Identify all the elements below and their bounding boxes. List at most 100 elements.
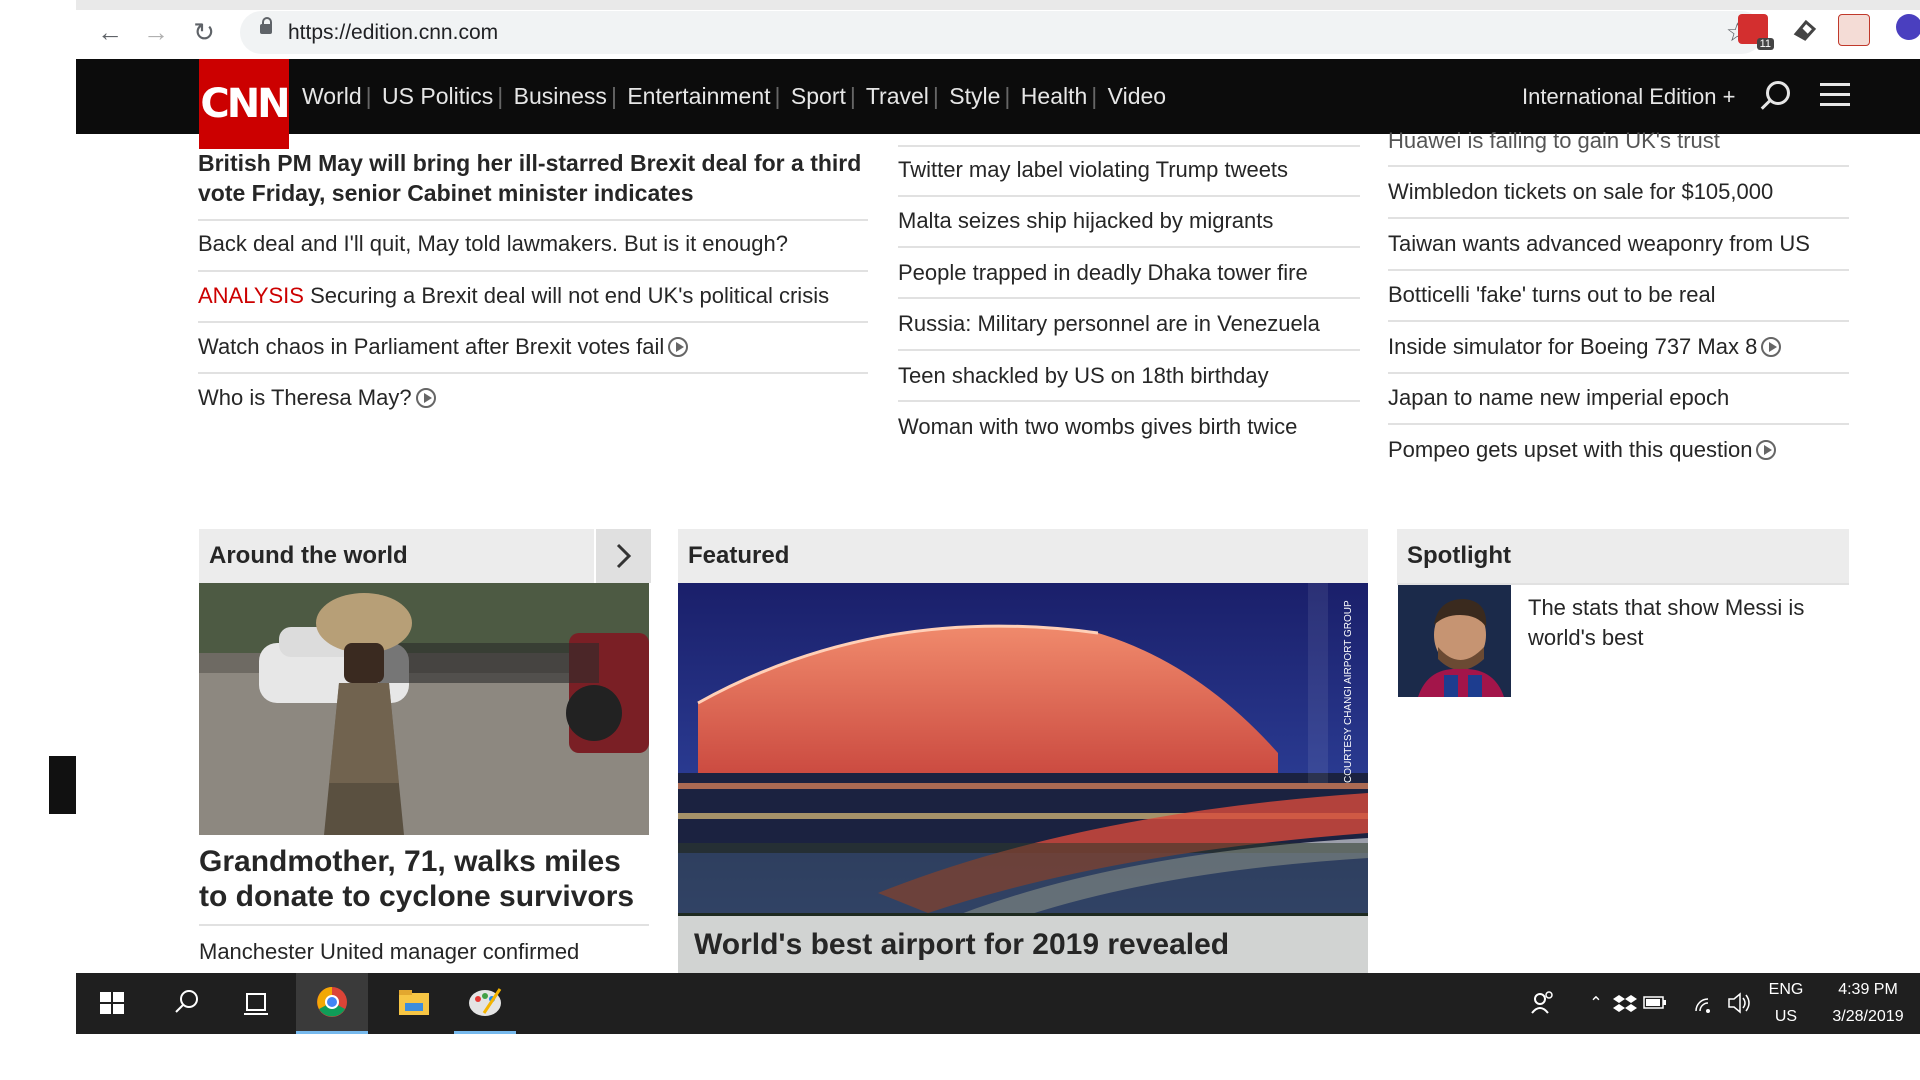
url-text[interactable]: https://edition.cnn.com <box>288 11 498 54</box>
adblock-extension-icon[interactable]: 11 <box>1738 14 1774 50</box>
section-title: Featured <box>688 542 790 569</box>
list-item[interactable]: Inside simulator for Boeing 737 Max 8 <box>1388 330 1782 364</box>
profile-avatar[interactable] <box>1896 14 1920 40</box>
nav-us-politics[interactable]: US Politics <box>382 83 493 109</box>
file-explorer-icon[interactable] <box>378 973 450 1034</box>
cnn-navbar: CNN World | US Politics | Business | Entert… <box>76 59 1920 149</box>
divider <box>1388 372 1849 374</box>
divider <box>198 219 868 221</box>
divider <box>898 400 1360 402</box>
divider <box>898 145 1360 147</box>
region-code: US <box>1774 1008 1798 1025</box>
extension-badge: 11 <box>1756 38 1774 50</box>
list-item[interactable]: Japan to name new imperial epoch <box>1388 381 1729 415</box>
list-item[interactable]: Twitter may label violating Trump tweets <box>898 153 1288 187</box>
play-icon <box>415 388 436 408</box>
clock-date: 3/28/2019 <box>1832 1008 1904 1025</box>
chrome-taskbar-icon[interactable] <box>296 973 368 1034</box>
search-icon[interactable] <box>1766 81 1790 105</box>
tab-strip <box>76 0 1920 10</box>
list-item[interactable]: Back deal and I'll quit, May told lawmak… <box>198 227 788 261</box>
featured-caption-bar: World's best airport for 2019 revealed <box>678 916 1368 973</box>
nav-links: World | US Politics | Business | Entertainm… <box>302 83 1167 109</box>
nav-sport[interactable]: Sport <box>791 83 846 109</box>
list-item[interactable]: Malta seizes ship hijacked by migrants <box>898 204 1273 238</box>
divider <box>1388 217 1849 219</box>
list-item[interactable]: Pompeo gets upset with this question <box>1388 433 1777 467</box>
list-item[interactable]: ANALYSIS Securing a Brexit deal will not… <box>198 279 829 313</box>
list-item[interactable]: Manchester United manager confirmed <box>199 935 579 969</box>
list-item-text: Securing a Brexit deal will not end UK's… <box>310 283 830 308</box>
play-icon <box>1761 337 1782 357</box>
nav-entertainment[interactable]: Entertainment <box>627 83 770 109</box>
back-icon[interactable]: ← <box>90 12 130 52</box>
eraser-extension-icon[interactable] <box>1790 14 1820 44</box>
nav-video[interactable]: Video <box>1108 83 1166 109</box>
dropbox-icon[interactable] <box>1613 973 1637 1034</box>
list-item-text: Pompeo gets upset with this question <box>1388 437 1753 462</box>
divider <box>199 924 649 926</box>
wifi-icon[interactable] <box>1692 973 1718 1034</box>
clock-time: 4:39 PM <box>1838 981 1898 998</box>
nav-travel[interactable]: Travel <box>866 83 929 109</box>
search-icon[interactable] <box>172 973 202 1034</box>
paint-icon[interactable] <box>454 973 516 1034</box>
list-item[interactable]: Taiwan wants advanced weaponry from US <box>1388 227 1810 261</box>
list-item[interactable]: People trapped in deadly Dhaka tower fir… <box>898 256 1308 290</box>
people-icon[interactable] <box>1528 973 1558 1034</box>
around-headline[interactable]: Grandmother, 71, walks miles to donate t… <box>199 844 651 914</box>
language-indicator[interactable]: ENG US <box>1766 973 1806 1034</box>
volume-icon[interactable] <box>1726 973 1752 1034</box>
list-item[interactable]: Russia: Military personnel are in Venezu… <box>898 307 1320 341</box>
section-header-spotlight: Spotlight <box>1397 529 1849 583</box>
list-item[interactable]: Watch chaos in Parliament after Brexit v… <box>198 330 689 364</box>
chevron-up-icon[interactable]: ⌃ <box>1584 973 1608 1034</box>
feedback-tab[interactable] <box>49 756 76 814</box>
list-item-text: Inside simulator for Boeing 737 Max 8 <box>1388 334 1758 359</box>
list-item[interactable]: Woman with two wombs gives birth twice <box>898 410 1297 444</box>
play-icon <box>1756 440 1777 460</box>
divider <box>1388 423 1849 425</box>
hamburger-menu-icon[interactable] <box>1820 83 1850 107</box>
chevron-right-icon[interactable] <box>594 529 651 583</box>
nav-business[interactable]: Business <box>514 83 607 109</box>
divider <box>1388 269 1849 271</box>
divider <box>1388 165 1849 167</box>
lead-headline[interactable]: British PM May will bring her ill-starre… <box>198 148 868 208</box>
divider <box>898 246 1360 248</box>
windows-taskbar: ⌃ ENG US 4:39 PM 3/28/2019 <box>76 973 1920 1034</box>
nav-world[interactable]: World <box>302 83 362 109</box>
divider <box>198 321 868 323</box>
browser-toolbar: ← → ↻ https://edition.cnn.com ☆ 11 <box>76 0 1920 59</box>
battery-icon[interactable] <box>1642 973 1668 1034</box>
lock-icon <box>260 17 272 34</box>
analysis-label: ANALYSIS <box>198 283 304 308</box>
language-code: ENG <box>1768 981 1804 998</box>
list-item[interactable]: Wimbledon tickets on sale for $105,000 <box>1388 175 1773 209</box>
forward-icon[interactable]: → <box>136 12 176 52</box>
list-item[interactable]: Who is Theresa May? <box>198 381 436 415</box>
nav-style[interactable]: Style <box>949 83 1000 109</box>
nav-health[interactable]: Health <box>1021 83 1087 109</box>
featured-photo[interactable]: COURTESY CHANGI AIRPORT GROUP World's be… <box>678 583 1368 973</box>
list-item-text: Watch chaos in Parliament after Brexit v… <box>198 334 665 359</box>
cnn-logo[interactable]: CNN <box>199 59 291 149</box>
around-photo[interactable] <box>199 583 649 835</box>
section-header-featured: Featured <box>678 529 1368 583</box>
list-item[interactable]: Botticelli 'fake' turns out to be real <box>1388 278 1716 312</box>
section-title: Around the world <box>209 542 408 569</box>
edition-selector[interactable]: International Edition + <box>1522 59 1735 134</box>
divider <box>198 270 868 272</box>
list-item[interactable]: Teen shackled by US on 18th birthday <box>898 359 1269 393</box>
windows-start-icon[interactable] <box>100 973 126 1034</box>
address-bar[interactable]: https://edition.cnn.com ☆ <box>240 11 1763 54</box>
list-item-text: Who is Theresa May? <box>198 385 412 410</box>
list-item[interactable]: Huawei is failing to gain UK's trust <box>1388 124 1720 158</box>
spotlight-thumbnail[interactable] <box>1398 585 1511 697</box>
reload-icon[interactable]: ↻ <box>184 12 224 52</box>
task-view-icon[interactable] <box>242 973 272 1034</box>
featured-caption[interactable]: World's best airport for 2019 revealed <box>694 916 1229 973</box>
clock[interactable]: 4:39 PM 3/28/2019 <box>1816 973 1920 1034</box>
spotlight-headline[interactable]: The stats that show Messi is world's bes… <box>1528 593 1838 653</box>
pdf-extension-icon[interactable] <box>1838 14 1870 46</box>
